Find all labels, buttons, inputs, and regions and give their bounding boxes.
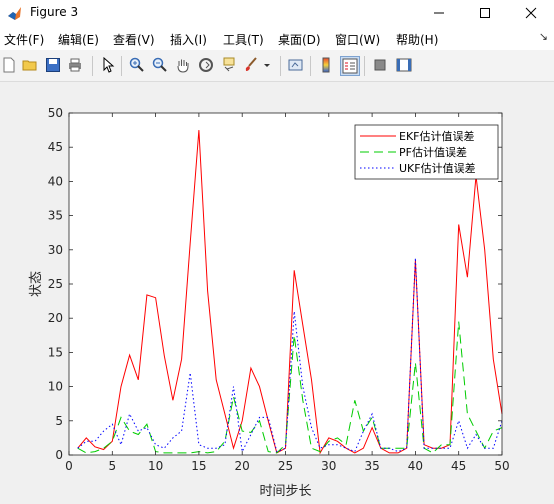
new-figure-icon[interactable] (0, 56, 18, 74)
y-tick-label: 35 (48, 209, 63, 223)
y-tick-label: 50 (48, 106, 63, 120)
rotate-icon[interactable] (197, 56, 215, 74)
y-tick-label: 5 (55, 414, 63, 428)
zoom-in-icon[interactable] (128, 56, 146, 74)
x-tick-label: 40 (408, 459, 423, 473)
menu-insert[interactable]: 插入(I) (170, 31, 207, 48)
legend-entry: EKF估计值误差 (399, 129, 475, 143)
pointer-icon[interactable] (99, 56, 117, 74)
toolbar-separator (310, 56, 311, 76)
menu-file[interactable]: 文件(F) (4, 31, 44, 48)
y-tick-label: 20 (48, 311, 63, 325)
brush-icon[interactable] (242, 56, 260, 74)
window-titlebar: Figure 3 (0, 0, 554, 26)
colorbar-icon[interactable] (317, 56, 335, 74)
x-tick-label: 50 (494, 459, 509, 473)
figure-toolbar (0, 50, 554, 82)
y-tick-label: 15 (48, 345, 63, 359)
minimize-button[interactable] (416, 0, 462, 26)
x-tick-label: 0 (65, 459, 73, 473)
menu-edit[interactable]: 编辑(E) (58, 31, 99, 48)
menu-tools[interactable]: 工具(T) (223, 31, 264, 48)
show-plot-tools-icon[interactable] (395, 56, 413, 74)
menu-view[interactable]: 查看(V) (113, 31, 155, 48)
legend-icon[interactable] (340, 56, 360, 76)
maximize-icon (480, 8, 490, 18)
x-tick-label: 15 (191, 459, 206, 473)
print-icon[interactable] (66, 56, 84, 74)
x-axis-label: 时间步长 (259, 484, 311, 499)
x-tick-label: 45 (451, 459, 466, 473)
line-chart[interactable]: 0 5 10 15 20 25 30 35 40 45 50 0 5 10 15 20 25 30 35 40 45 50… (0, 82, 554, 500)
toolbar-separator (280, 56, 281, 76)
x-tick-label: 5 (108, 459, 116, 473)
legend-entry: UKF估计值误差 (399, 161, 476, 175)
close-button[interactable] (508, 0, 554, 26)
data-cursor-icon[interactable] (220, 56, 238, 74)
maximize-button[interactable] (462, 0, 508, 26)
x-tick-label: 30 (321, 459, 336, 473)
menu-desktop[interactable]: 桌面(D) (278, 31, 321, 48)
menu-overflow-icon[interactable]: ↘ (539, 30, 548, 43)
brush-dropdown-icon[interactable] (262, 56, 272, 74)
save-icon[interactable] (44, 56, 62, 74)
matlab-app-icon (7, 5, 23, 21)
window-title: Figure 3 (30, 5, 79, 19)
y-tick-label: 25 (48, 277, 63, 291)
y-tick-label: 40 (48, 174, 63, 188)
y-tick-label: 10 (48, 380, 63, 394)
x-tick-label: 25 (278, 459, 293, 473)
figure-canvas: 0 5 10 15 20 25 30 35 40 45 50 0 5 10 15 20 25 30 35 40 45 50… (0, 82, 554, 500)
hide-plot-tools-icon[interactable] (371, 56, 389, 74)
menu-bar: 文件(F) 编辑(E) 查看(V) 插入(I) 工具(T) 桌面(D) 窗口(W… (0, 26, 554, 50)
y-tick-label: 30 (48, 243, 63, 257)
x-tick-label: 10 (148, 459, 163, 473)
pan-icon[interactable] (174, 56, 192, 74)
legend-entry: PF估计值误差 (399, 145, 467, 159)
menu-window[interactable]: 窗口(W) (335, 31, 380, 48)
y-tick-label: 45 (48, 140, 63, 154)
menu-help[interactable]: 帮助(H) (396, 31, 438, 48)
minimize-icon (434, 12, 444, 14)
x-tick-label: 35 (364, 459, 379, 473)
close-icon (525, 7, 537, 19)
open-icon[interactable] (21, 56, 39, 74)
y-axis-label: 状态 (29, 271, 44, 297)
zoom-out-icon[interactable] (151, 56, 169, 74)
x-tick-label: 20 (235, 459, 250, 473)
toolbar-separator (121, 56, 122, 76)
toolbar-separator (92, 56, 93, 76)
toolbar-separator (364, 56, 365, 76)
link-icon[interactable] (287, 56, 305, 74)
y-tick-label: 0 (55, 448, 63, 462)
